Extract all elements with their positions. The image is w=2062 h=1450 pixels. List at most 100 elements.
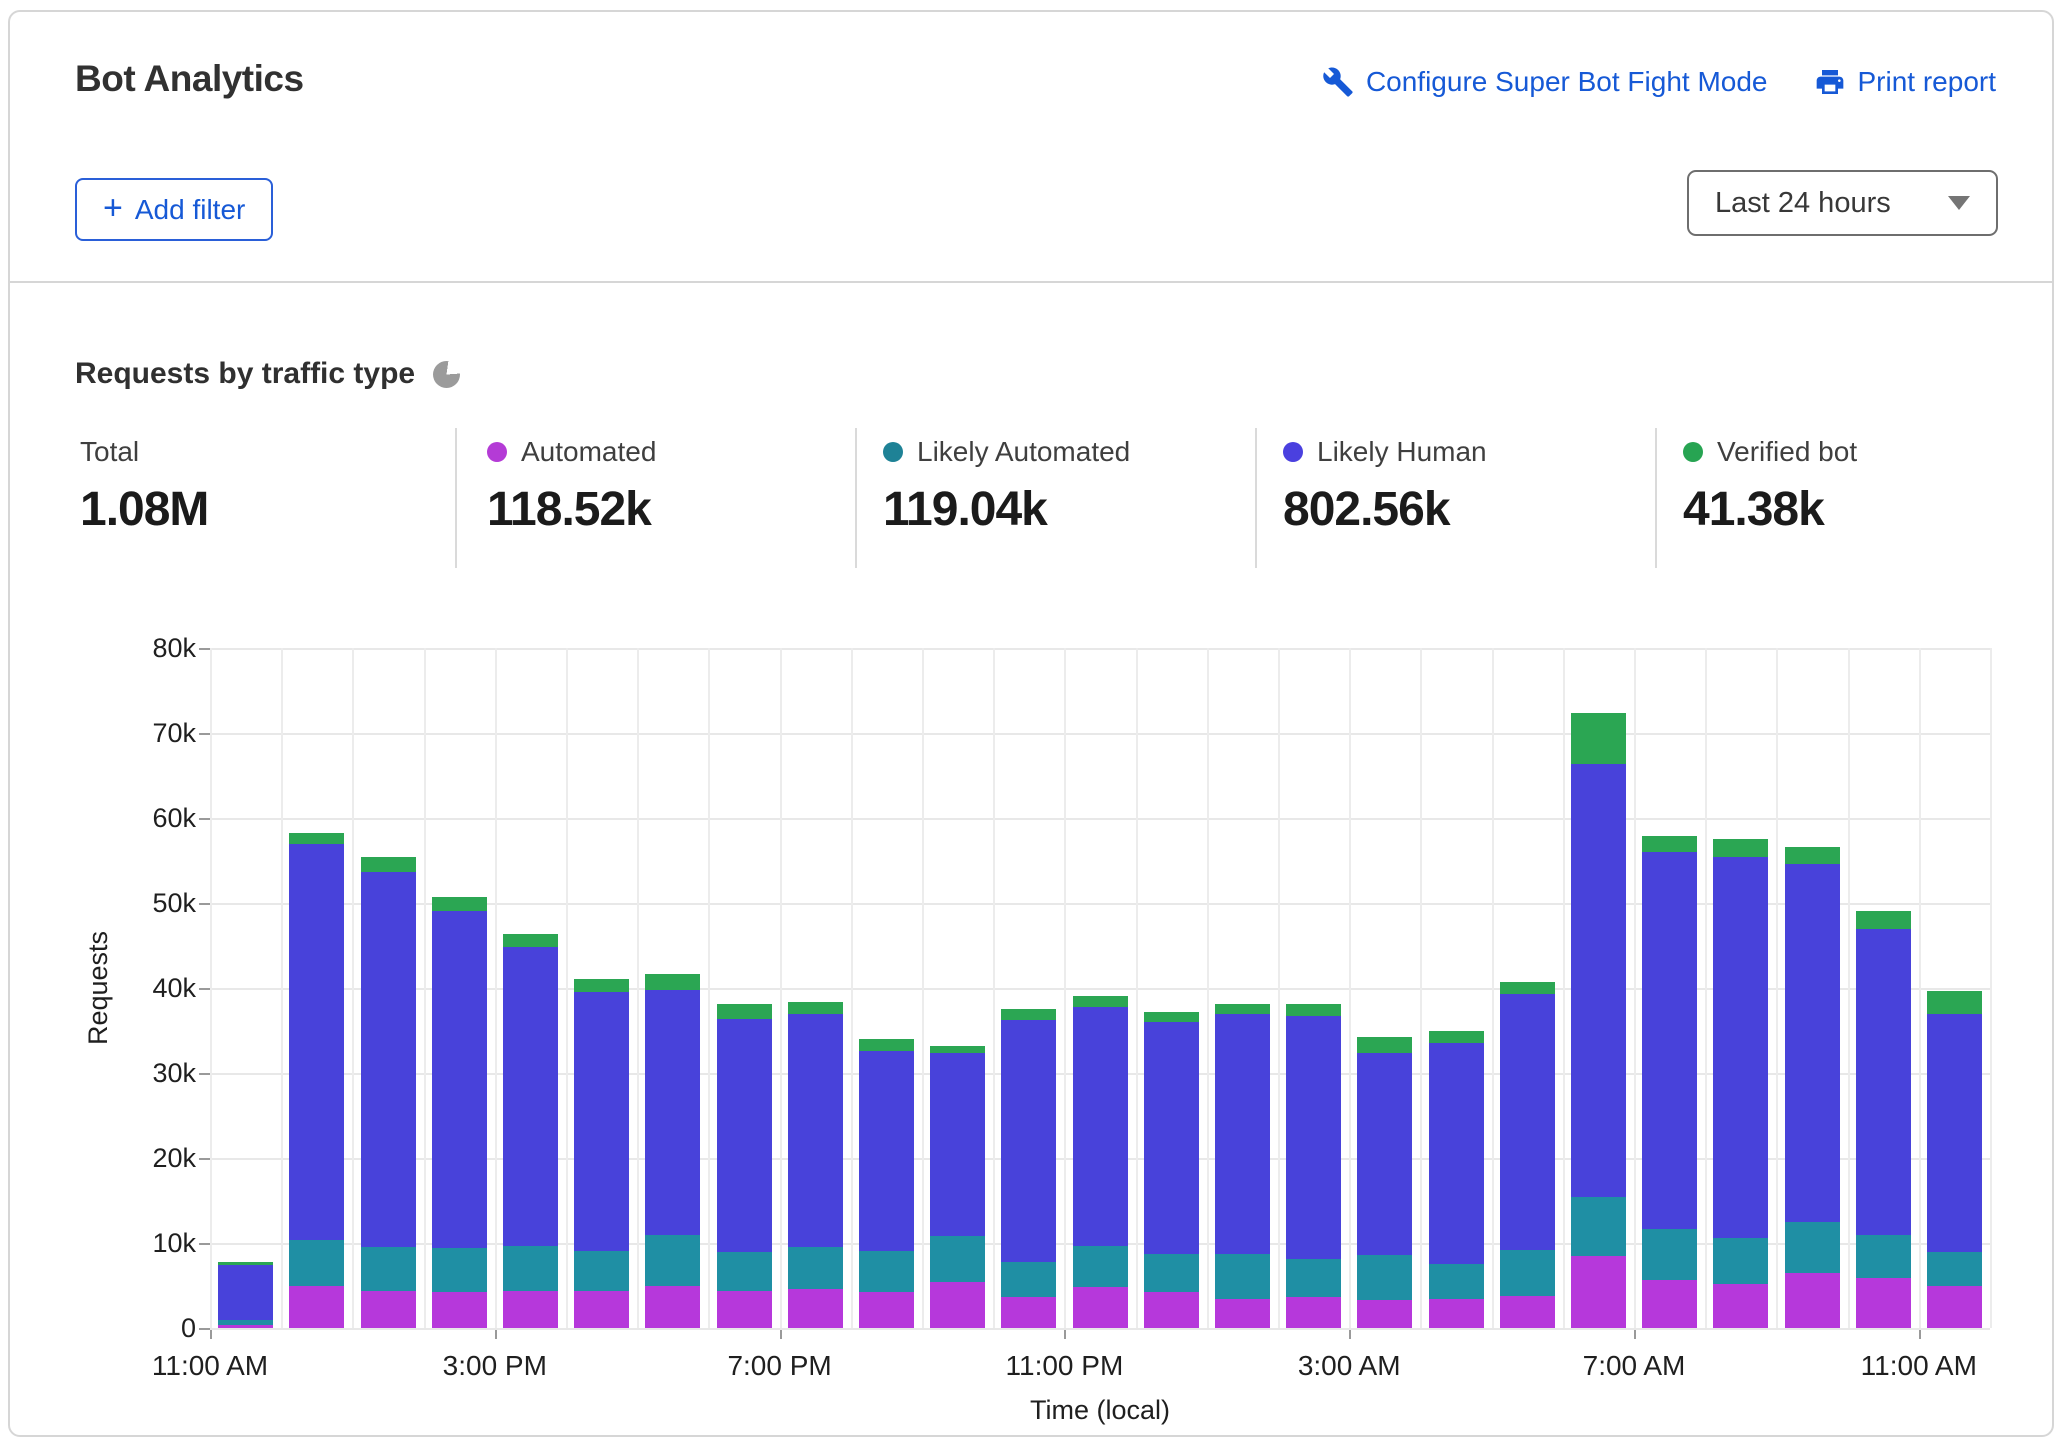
bar-segment-likely-automated <box>1001 1262 1056 1297</box>
bar-segment-automated <box>645 1286 700 1328</box>
y-tick-mark <box>199 818 210 820</box>
x-axis-title: Time (local) <box>980 1395 1220 1426</box>
gridline <box>1349 648 1351 1328</box>
bar-segment-likely-human <box>1642 852 1697 1229</box>
bar-segment-verified-bot <box>930 1046 985 1054</box>
gridline <box>1278 648 1280 1328</box>
y-tick-label: 80k <box>66 633 196 664</box>
time-range-dropdown[interactable]: Last 24 hours <box>1687 170 1998 236</box>
chart-bar[interactable] <box>788 1002 843 1328</box>
y-tick-label: 40k <box>66 973 196 1004</box>
bar-segment-automated <box>1429 1299 1484 1328</box>
chart-bar[interactable] <box>1713 839 1768 1328</box>
chart-bar[interactable] <box>1144 1012 1199 1328</box>
y-tick-label: 20k <box>66 1143 196 1174</box>
stat-divider <box>855 428 857 568</box>
chart-bar[interactable] <box>1357 1037 1412 1328</box>
bar-segment-likely-automated <box>1144 1254 1199 1292</box>
bar-segment-likely-automated <box>1856 1235 1911 1278</box>
bar-segment-verified-bot <box>1001 1009 1056 1020</box>
bar-segment-verified-bot <box>1144 1012 1199 1022</box>
bar-segment-automated <box>717 1291 772 1328</box>
gridline <box>210 733 1990 735</box>
gridline <box>1776 648 1778 1328</box>
configure-super-bot-fight-mode-link[interactable]: Configure Super Bot Fight Mode <box>1322 66 1768 98</box>
bar-segment-likely-human <box>645 990 700 1236</box>
chart-bar[interactable] <box>1856 911 1911 1328</box>
chart-bar[interactable] <box>1215 1004 1270 1328</box>
bar-segment-automated <box>1215 1299 1270 1328</box>
bar-segment-automated <box>930 1282 985 1328</box>
y-tick-label: 10k <box>66 1228 196 1259</box>
chart-bar[interactable] <box>717 1004 772 1328</box>
chart-bar[interactable] <box>289 833 344 1328</box>
chart-bar[interactable] <box>1927 991 1982 1328</box>
bar-segment-likely-automated <box>930 1236 985 1282</box>
gridline <box>566 648 568 1328</box>
bar-segment-automated <box>1571 1256 1626 1328</box>
chart-bar[interactable] <box>645 974 700 1328</box>
chart-bar[interactable] <box>930 1046 985 1328</box>
stat-total: Total 1.08M <box>80 436 208 537</box>
chart-bar[interactable] <box>1571 713 1626 1328</box>
stat-verified-bot-label: Verified bot <box>1717 436 1857 468</box>
gridline <box>1919 648 1921 1328</box>
chart-bar[interactable] <box>1642 836 1697 1328</box>
stat-verified-bot[interactable]: Verified bot 41.38k <box>1683 436 1857 537</box>
gridline <box>922 648 924 1328</box>
bar-segment-automated <box>1357 1300 1412 1328</box>
chart-bar[interactable] <box>432 897 487 1328</box>
bar-segment-likely-human <box>574 992 629 1250</box>
requests-by-traffic-type-chart <box>210 648 1990 1328</box>
y-tick-label: 50k <box>66 888 196 919</box>
bar-segment-likely-automated <box>1286 1259 1341 1296</box>
print-report-link[interactable]: Print report <box>1814 66 1997 98</box>
x-tick-label: 11:00 PM <box>944 1350 1184 1382</box>
stat-likely-human[interactable]: Likely Human 802.56k <box>1283 436 1487 537</box>
bar-segment-likely-human <box>1073 1007 1128 1246</box>
gridline <box>424 648 426 1328</box>
x-tick-label: 11:00 AM <box>1799 1350 2039 1382</box>
x-tick-label: 3:00 AM <box>1229 1350 1469 1382</box>
stat-automated[interactable]: Automated 118.52k <box>487 436 656 537</box>
bar-segment-automated <box>1642 1280 1697 1328</box>
chart-bar[interactable] <box>1286 1004 1341 1328</box>
bar-segment-automated <box>1144 1292 1199 1328</box>
bar-segment-verified-bot <box>218 1262 273 1265</box>
bar-segment-verified-bot <box>1713 839 1768 857</box>
stat-likely-automated[interactable]: Likely Automated 119.04k <box>883 436 1130 537</box>
bar-segment-verified-bot <box>1856 911 1911 929</box>
bar-segment-verified-bot <box>1357 1037 1412 1053</box>
add-filter-label: Add filter <box>135 194 246 226</box>
gridline <box>210 648 212 1328</box>
chart-bar[interactable] <box>1001 1009 1056 1328</box>
bar-segment-likely-automated <box>503 1246 558 1290</box>
chart-bar[interactable] <box>1500 982 1555 1328</box>
gridline <box>1420 648 1422 1328</box>
bar-segment-likely-human <box>1500 994 1555 1250</box>
stat-divider <box>1655 428 1657 568</box>
chart-bar[interactable] <box>218 1262 273 1328</box>
gridline <box>1136 648 1138 1328</box>
bar-segment-likely-automated <box>1571 1197 1626 1256</box>
chart-bar[interactable] <box>859 1039 914 1328</box>
chart-bar[interactable] <box>1785 847 1840 1328</box>
verified-bot-legend-dot <box>1683 442 1703 462</box>
bar-segment-verified-bot <box>1286 1004 1341 1016</box>
chart-bar[interactable] <box>1429 1031 1484 1328</box>
bar-segment-verified-bot <box>432 897 487 911</box>
bar-segment-verified-bot <box>717 1004 772 1018</box>
bar-segment-automated <box>1500 1296 1555 1328</box>
stat-automated-value: 118.52k <box>487 482 656 537</box>
bar-segment-likely-human <box>1215 1014 1270 1254</box>
add-filter-button[interactable]: + Add filter <box>75 178 273 241</box>
chart-bar[interactable] <box>503 934 558 1328</box>
bar-segment-automated <box>503 1291 558 1328</box>
gridline <box>210 818 1990 820</box>
chart-bar[interactable] <box>574 979 629 1328</box>
gridline <box>1634 648 1636 1328</box>
chart-bar[interactable] <box>361 857 416 1328</box>
chart-bar[interactable] <box>1073 996 1128 1328</box>
gridline <box>1064 648 1066 1328</box>
bar-segment-likely-human <box>1571 764 1626 1198</box>
